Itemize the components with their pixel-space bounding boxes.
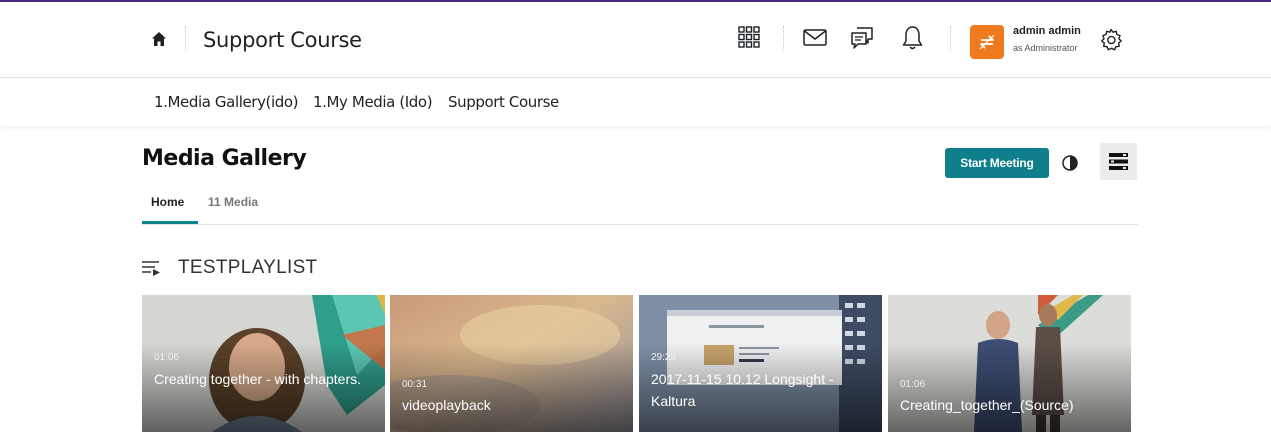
media-duration: 01:06: [154, 352, 180, 363]
tab-media[interactable]: 11 Media: [208, 195, 258, 209]
media-title: Creating together - with chapters.: [154, 371, 361, 387]
playlist-title[interactable]: TESTPLAYLIST: [178, 257, 317, 279]
divider: [185, 26, 186, 50]
user-name[interactable]: admin admin: [1013, 25, 1081, 37]
nav-link-media-gallery-ido[interactable]: 1.Media Gallery(ido): [154, 93, 299, 111]
divider: [783, 26, 784, 50]
media-duration: 00:31: [402, 379, 428, 390]
avatar-icon: [979, 34, 995, 50]
media-duration: 29:23: [651, 352, 677, 363]
media-title: videoplayback: [402, 397, 491, 413]
chat-icon[interactable]: [850, 26, 874, 50]
bell-icon[interactable]: [902, 25, 923, 50]
media-card[interactable]: 01:06 Creating_together_(Source): [888, 295, 1131, 432]
start-meeting-button[interactable]: Start Meeting: [945, 148, 1049, 178]
media-card[interactable]: 00:31 videoplayback: [390, 295, 633, 432]
apps-grid-icon[interactable]: [738, 26, 760, 48]
user-role: as Administrator: [1013, 43, 1078, 53]
nav-link-my-media-ido[interactable]: 1.My Media (Ido): [313, 93, 433, 111]
top-bar: Support Course admin admin as Administra…: [0, 2, 1271, 78]
home-icon[interactable]: [151, 31, 167, 47]
course-title[interactable]: Support Course: [203, 28, 362, 52]
avatar[interactable]: [970, 25, 1004, 59]
secondary-nav: 1.Media Gallery(ido) 1.My Media (Ido) Su…: [0, 79, 1271, 126]
page-title: Media Gallery: [142, 146, 307, 171]
active-tab-indicator: [142, 221, 198, 224]
mail-icon[interactable]: [803, 29, 827, 46]
gear-icon[interactable]: [1099, 28, 1123, 52]
contrast-icon[interactable]: [1062, 155, 1078, 171]
thumbnail-overlay: [142, 295, 385, 432]
media-duration: 01:06: [900, 379, 926, 390]
menu-button[interactable]: [1100, 143, 1137, 180]
divider: [950, 26, 951, 50]
nav-link-support-course[interactable]: Support Course: [448, 93, 559, 111]
media-card[interactable]: 29:23 2017-11-15 10.12 Longsight - Kaltu…: [639, 295, 882, 432]
tab-home[interactable]: Home: [151, 195, 184, 209]
gallery-tabs: Home 11 Media: [142, 186, 1138, 225]
playlist-icon: [142, 261, 160, 276]
media-title: Creating_together_(Source): [900, 397, 1074, 413]
menu-icon: [1109, 153, 1128, 170]
media-title: 2017-11-15 10.12 Longsight - Kaltura: [651, 371, 834, 409]
media-card[interactable]: 01:06 Creating together - with chapters.: [142, 295, 385, 432]
